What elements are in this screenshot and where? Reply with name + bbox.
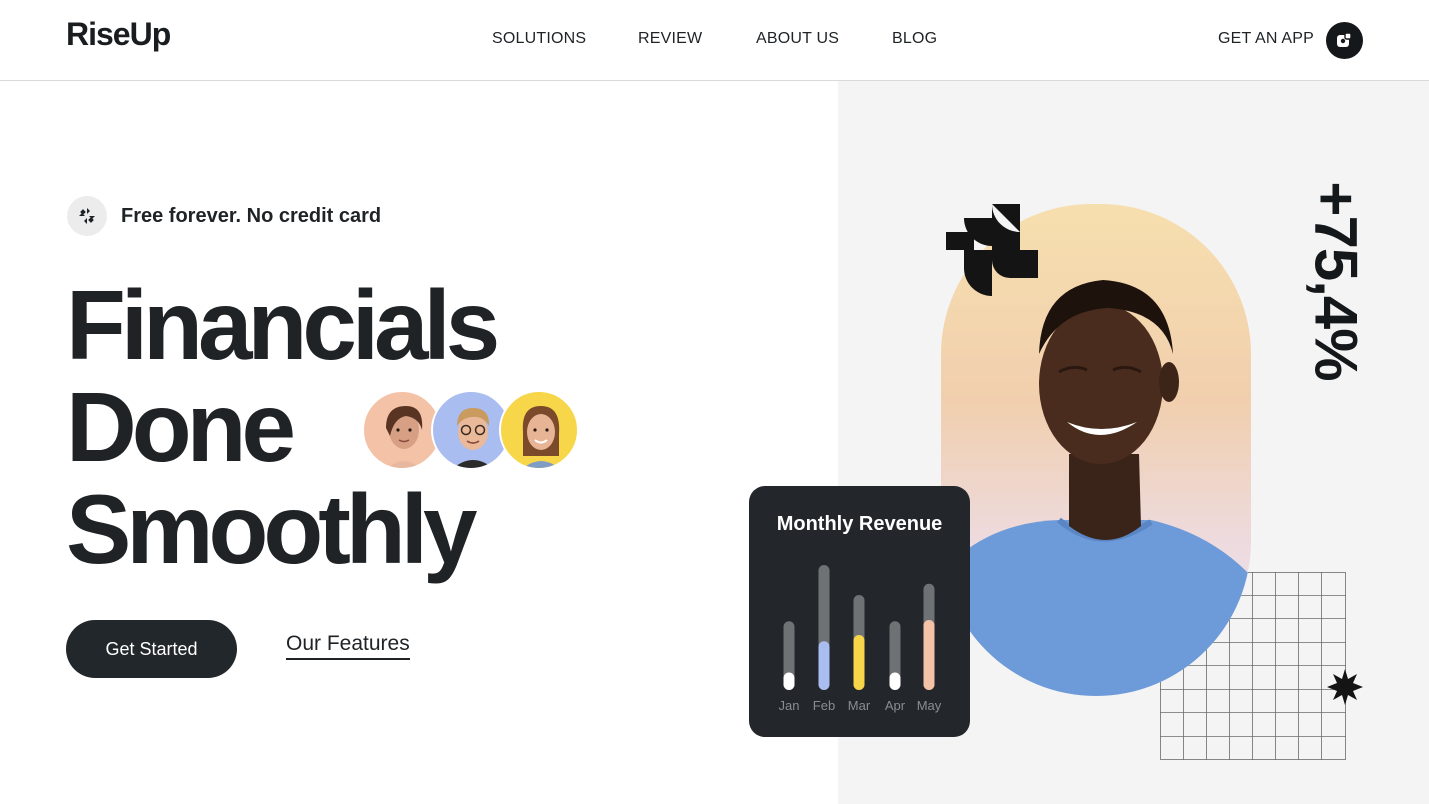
tick-label-apr: Apr [885,698,906,713]
app-store-icon [1337,32,1352,47]
pinwheel-logo-icon [946,204,1038,296]
tick-label-feb: Feb [813,698,835,713]
bar-feb [818,641,830,690]
headline-line-3: Smoothly [66,474,477,584]
get-started-button[interactable]: Get Started [66,620,237,678]
site-header: RiseUp SOLUTIONS REVIEW ABOUT US BLOG GE… [0,0,1429,81]
nav-blog[interactable]: BLOG [892,30,937,48]
bar-may [923,620,935,690]
growth-stat: +75,4% [1302,176,1370,386]
badge-icon-circle [67,196,107,236]
bar-jan [783,672,795,690]
spinner-icon [79,208,95,224]
tick-label-mar: Mar [848,698,871,713]
headline-line-1: Financials [66,270,500,380]
tick-label-jan: Jan [779,698,800,713]
tick-label-may: May [917,698,942,713]
nav-about-us[interactable]: ABOUT US [756,30,839,48]
avatar-user-1 [362,390,442,470]
headline-line-2: Done [66,372,296,482]
growth-stat-text: +75,4% [1302,181,1370,381]
get-app-link[interactable]: GET AN APP [1218,30,1314,48]
get-app-button[interactable] [1326,22,1363,59]
nav-solutions[interactable]: SOLUTIONS [492,30,586,48]
bar-mar [853,635,865,690]
badge-text: Free forever. No credit card [121,205,382,227]
main-nav: SOLUTIONS REVIEW ABOUT US BLOG [0,30,1429,50]
revenue-chart: Jan Feb Mar Apr May [779,565,942,713]
burst-star-icon [1327,669,1363,705]
monthly-revenue-card: Monthly Revenue Jan Feb Mar Apr May [749,486,970,737]
avatar-user-3 [499,390,579,470]
bar-apr [889,672,901,690]
our-features-link[interactable]: Our Features [286,632,410,660]
nav-review[interactable]: REVIEW [638,30,702,48]
